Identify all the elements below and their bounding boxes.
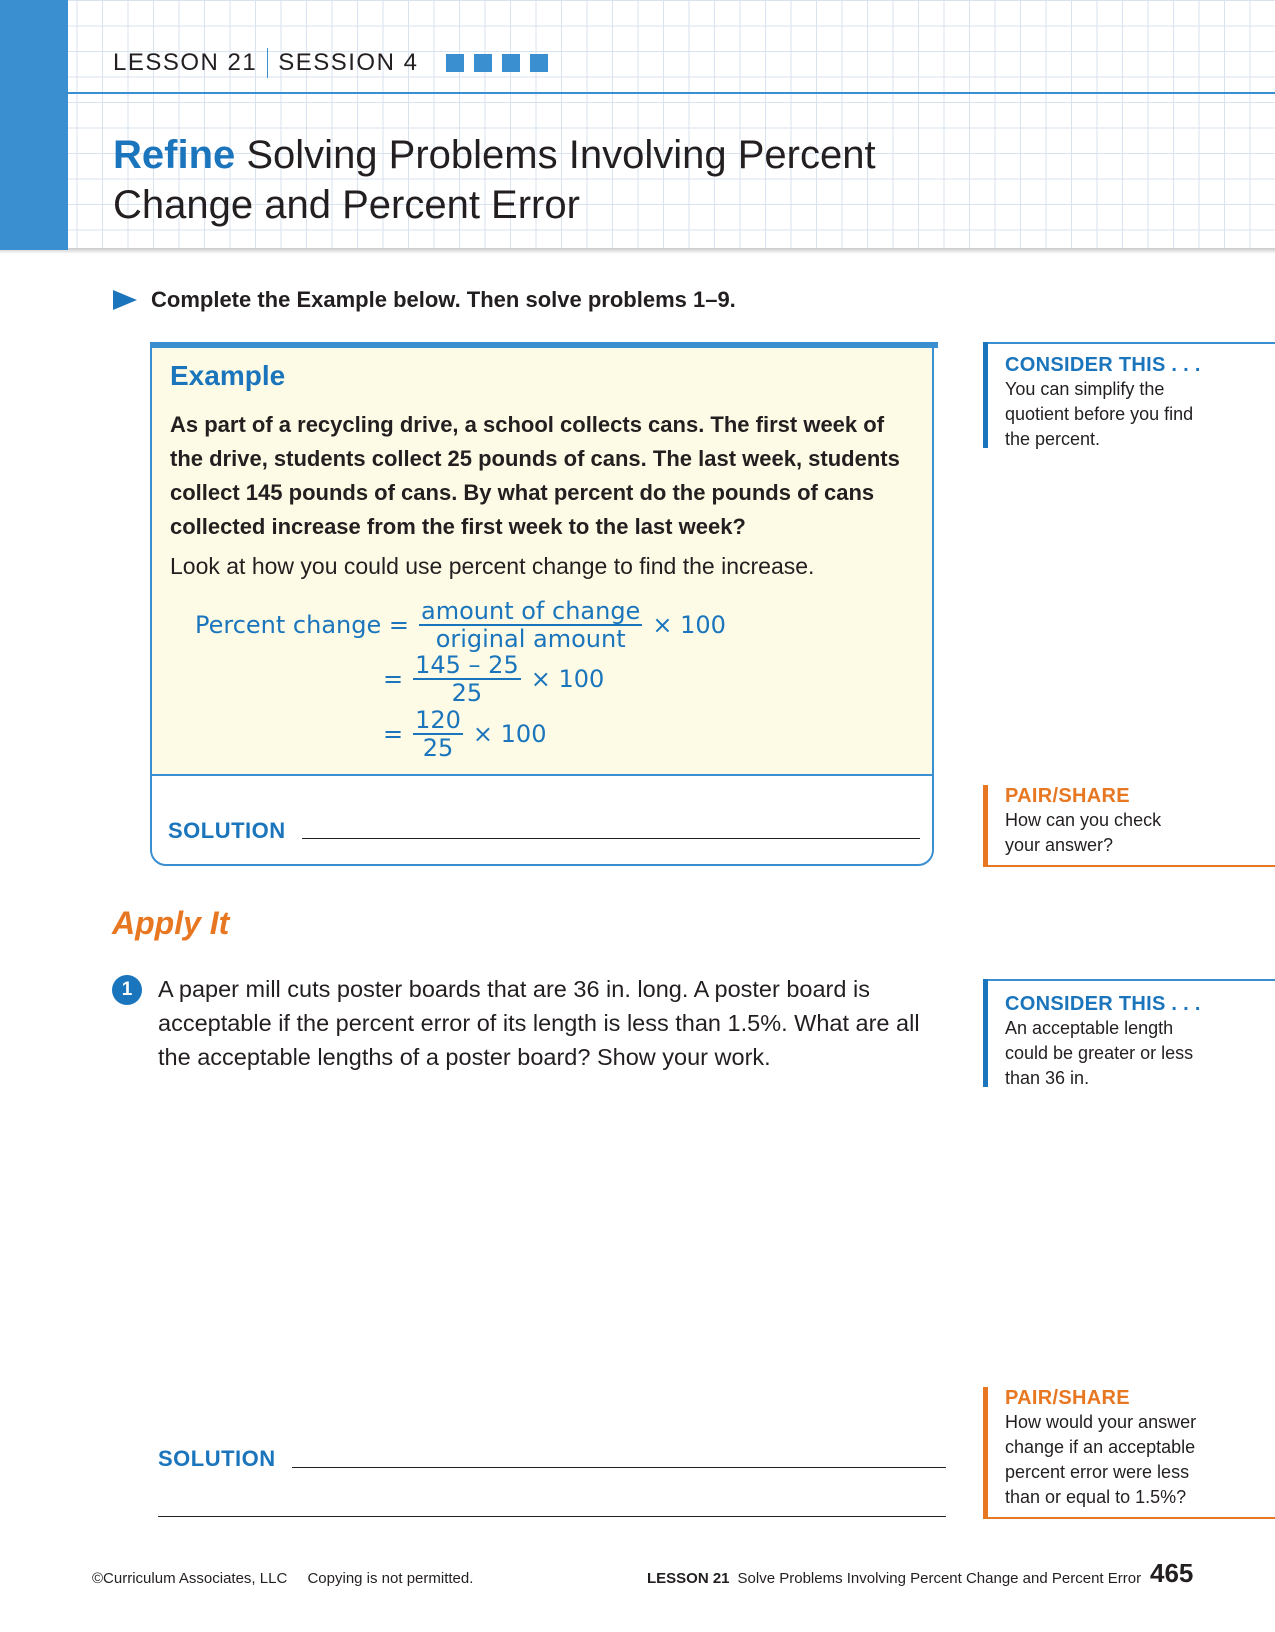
pair-share-title: PAIR/SHARE	[1005, 785, 1130, 807]
fraction-numerator: 120	[413, 706, 463, 735]
math-times: × 100	[530, 665, 605, 693]
header-rule	[68, 92, 1275, 94]
consider-text: An acceptable length could be greater or…	[1005, 1018, 1194, 1088]
footer-copyright: ©Curriculum Associates, LLC	[92, 1570, 288, 1587]
math-line-2: = 145 – 25 25 × 100	[383, 652, 604, 706]
consider-this-1: CONSIDER THIS . . . You can simplify the…	[983, 342, 1275, 449]
question-number-badge: 1	[112, 975, 142, 1005]
sidebar-bar	[983, 1387, 988, 1519]
sidebar-bar	[983, 342, 988, 448]
session-label: SESSION 4	[278, 49, 419, 76]
lesson-session-line: LESSON 21 SESSION 4	[113, 48, 549, 78]
fraction-denominator: original amount	[435, 625, 626, 653]
directive-text: Complete the Example below. Then solve p…	[151, 287, 736, 312]
math-line-1: Percent change = amount of change origin…	[195, 598, 726, 652]
example-problem: As part of a recycling drive, a school c…	[170, 412, 900, 539]
sidebar-bar	[983, 785, 988, 867]
consider-title: CONSIDER THIS . . .	[1005, 354, 1201, 376]
session-progress	[446, 54, 549, 72]
fraction-numerator: 145 – 25	[413, 651, 521, 680]
pair-share-2: PAIR/SHARE How would your answer change …	[983, 1387, 1275, 1519]
example-top-bar	[150, 342, 938, 348]
pair-share-text: How can you check your answer?	[1005, 810, 1162, 855]
consider-this-2: CONSIDER THIS . . . An acceptable length…	[983, 979, 1275, 1088]
math-line-3: = 120 25 × 100	[383, 707, 546, 761]
example-heading: Example	[170, 360, 286, 391]
sidebar-bar	[983, 979, 988, 1087]
solution-answer-line[interactable]	[158, 1516, 946, 1517]
example-instruction: Look at how you could use percent change…	[170, 553, 815, 579]
pair-share-text: How would your answer change if an accep…	[1005, 1412, 1197, 1507]
lesson-label: LESSON 21	[113, 49, 258, 76]
apply-it-heading: Apply It	[112, 905, 230, 941]
consider-text: You can simplify the quotient before you…	[1005, 379, 1194, 449]
pair-share-title: PAIR/SHARE	[1005, 1387, 1130, 1409]
header-shadow	[0, 248, 1275, 254]
fraction-denominator: 25	[451, 679, 483, 707]
fraction-2: 145 – 25 25	[413, 652, 521, 706]
lesson-divider	[267, 48, 269, 78]
fraction-numerator: amount of change	[419, 597, 643, 626]
progress-square	[446, 54, 465, 72]
math-equals: =	[383, 665, 404, 693]
solution-answer-line[interactable]	[292, 1467, 946, 1468]
arrow-icon	[113, 290, 137, 310]
math-times: × 100	[652, 611, 726, 639]
footer-copying: Copying is not permitted.	[307, 1570, 474, 1587]
footer-lesson-title: Solve Problems Involving Percent Change …	[737, 1570, 1142, 1587]
math-times: × 100	[472, 720, 547, 748]
math-equals: =	[383, 720, 404, 748]
footer-left: ©Curriculum Associates, LLC Copying is n…	[92, 1570, 473, 1587]
progress-square	[502, 54, 521, 72]
example-solution-line[interactable]	[302, 838, 920, 839]
fraction-1: amount of change original amount	[419, 597, 643, 653]
progress-square	[474, 54, 493, 72]
sidebar-rule	[983, 865, 1275, 867]
example-solution-label: SOLUTION	[168, 818, 286, 843]
progress-square	[530, 54, 549, 72]
page-title: Refine Solving Problems Involving Percen…	[113, 130, 1013, 230]
header-side-bar	[0, 0, 68, 250]
fraction-denominator: 25	[422, 734, 454, 762]
title-refine: Refine	[113, 133, 236, 177]
question-1-solution-label: SOLUTION	[158, 1446, 276, 1471]
math-lhs: Percent change =	[195, 611, 409, 639]
sidebar-rule	[983, 1517, 1275, 1519]
pair-share-1: PAIR/SHARE How can you check your answer…	[983, 785, 1275, 867]
consider-title: CONSIDER THIS . . .	[1005, 993, 1201, 1015]
footer-lesson: LESSON 21	[647, 1570, 730, 1587]
sidebar-rule	[983, 342, 1275, 344]
footer-right: LESSON 21 Solve Problems Involving Percen…	[647, 1570, 1141, 1587]
directive: Complete the Example below. Then solve p…	[113, 287, 736, 313]
page-number: 465	[1150, 1558, 1194, 1588]
fraction-3: 120 25	[413, 707, 463, 761]
question-1-text: A paper mill cuts poster boards that are…	[158, 976, 920, 1070]
sidebar-rule	[983, 979, 1275, 981]
